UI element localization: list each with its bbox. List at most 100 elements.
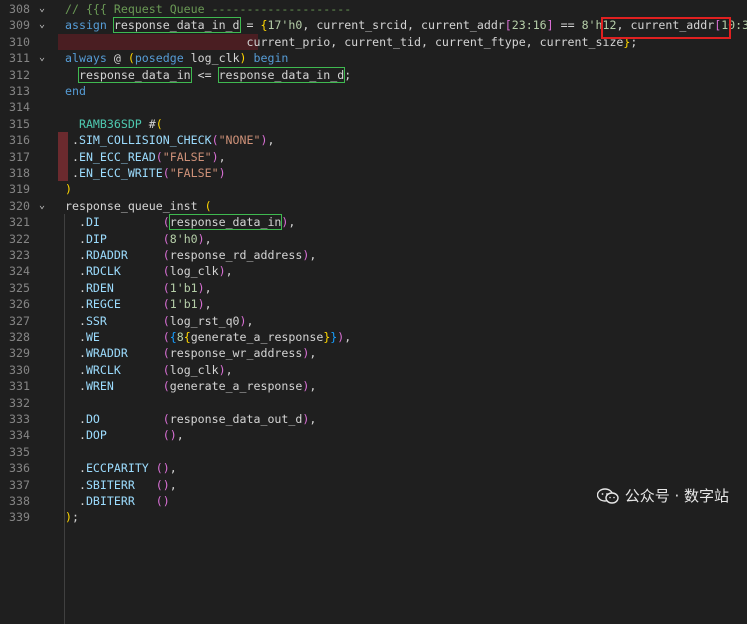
- line-number: 327: [9, 313, 30, 328]
- code-line[interactable]: 334 .DOP (),: [0, 427, 747, 443]
- code-token: ): [218, 362, 226, 377]
- code-token: ,: [344, 330, 352, 344]
- code-line[interactable]: 327 .SSR (log_rst_q0),: [0, 313, 747, 329]
- code-line[interactable]: 333 .DO (response_data_out_d),: [0, 411, 747, 427]
- code-token: end: [65, 84, 86, 98]
- line-number: 312: [9, 67, 30, 82]
- line-number: 311: [9, 51, 30, 66]
- code-token: "FALSE": [169, 166, 219, 180]
- code-line[interactable]: 326 .REGCE (1'b1),: [0, 296, 747, 312]
- code-line[interactable]: 314: [0, 99, 747, 115]
- code-line[interactable]: 311 ⌄ always @ (posedge log_clk) begin: [0, 50, 747, 66]
- code-line[interactable]: 318 .EN_ECC_WRITE("FALSE"): [0, 165, 747, 181]
- code-token: ,: [309, 346, 317, 361]
- code-line[interactable]: 316 .SIM_COLLISION_CHECK("NONE"),: [0, 132, 747, 148]
- code-token: .: [65, 149, 79, 164]
- code-token: (: [162, 166, 170, 180]
- code-token: begin: [246, 51, 289, 66]
- line-number: 315: [9, 116, 30, 131]
- code-line[interactable]: 330 .WRCLK (log_clk),: [0, 362, 747, 378]
- code-text: .DIP (8'h0),: [65, 231, 212, 247]
- highlighted-token: response_data_in: [77, 66, 192, 83]
- code-text: .DOP (),: [65, 427, 184, 443]
- code-token: ,: [309, 248, 317, 262]
- code-line[interactable]: 328 .WE ({8{generate_a_response}}),: [0, 329, 747, 345]
- line-number: 313: [9, 84, 30, 98]
- code-token: ): [218, 264, 226, 279]
- code-token: (: [162, 264, 170, 279]
- code-line[interactable]: 335: [0, 444, 747, 460]
- code-token: (: [155, 149, 163, 164]
- code-line[interactable]: 323 .RDADDR (response_rd_address),: [0, 247, 747, 263]
- code-token: [: [504, 18, 512, 33]
- line-number: 314: [9, 100, 30, 115]
- code-token: (: [162, 412, 170, 426]
- code-line[interactable]: 336 .ECCPARITY (),: [0, 460, 747, 476]
- code-line[interactable]: 332: [0, 395, 747, 411]
- code-line[interactable]: 313 end: [0, 83, 747, 99]
- code-token: response_queue_inst: [65, 198, 205, 213]
- code-token: =: [239, 18, 261, 33]
- code-text: .WREN (generate_a_response),: [65, 378, 316, 394]
- code-line[interactable]: 329 .WRADDR (response_wr_address),: [0, 345, 747, 361]
- code-token: RDCLK: [85, 264, 121, 279]
- fold-chevron-down-icon[interactable]: ⌄: [36, 198, 48, 214]
- line-number: 329: [9, 346, 30, 361]
- code-token: .: [65, 215, 86, 230]
- code-token: ): [197, 231, 205, 246]
- code-token: (: [162, 297, 170, 312]
- code-line[interactable]: 320 ⌄ response_queue_inst (: [0, 198, 747, 214]
- fold-chevron-down-icon[interactable]: ⌄: [36, 1, 48, 17]
- code-token: DO: [85, 412, 100, 426]
- code-token: .: [65, 248, 86, 262]
- code-token: ,: [218, 149, 226, 164]
- code-text: // {{{ Request Queue -------------------…: [65, 1, 351, 17]
- line-number: 336: [9, 461, 30, 476]
- code-line[interactable]: 308 ⌄ // {{{ Request Queue ---------------…: [0, 1, 747, 17]
- fold-chevron-down-icon[interactable]: ⌄: [36, 50, 48, 66]
- code-text: .WE ({8{generate_a_response}}),: [65, 329, 351, 345]
- code-text: );: [65, 509, 79, 525]
- fold-chevron-down-icon[interactable]: ⌄: [36, 17, 48, 33]
- code-token: ECCPARITY: [85, 461, 149, 476]
- highlighted-token: response_data_in_d: [112, 17, 241, 34]
- code-text: response_queue_inst (: [65, 198, 212, 214]
- watermark: 公众号 · 数字站: [596, 485, 729, 506]
- code-token: .: [65, 379, 86, 394]
- code-line[interactable]: 322 .DIP (8'h0),: [0, 231, 747, 247]
- code-token: 8'h0: [169, 231, 198, 246]
- line-number: 332: [9, 395, 30, 410]
- code-token: {: [169, 330, 177, 344]
- code-token: ,: [288, 215, 296, 230]
- code-token: .: [65, 280, 86, 295]
- code-text: .WRCLK (log_clk),: [65, 362, 233, 378]
- code-token: 23:16: [511, 18, 547, 33]
- code-editor[interactable]: 308 ⌄ // {{{ Request Queue ---------------…: [0, 0, 747, 624]
- code-line[interactable]: 321 .DI (response_data_in),: [0, 214, 747, 231]
- code-token: ): [169, 428, 177, 443]
- code-token: (: [162, 280, 170, 295]
- code-line[interactable]: 317 .EN_ECC_READ("FALSE"),: [0, 149, 747, 165]
- code-token: WREN: [85, 379, 114, 394]
- code-token: (: [155, 494, 163, 508]
- code-token: ): [65, 510, 72, 525]
- code-token: (: [155, 461, 163, 476]
- code-line[interactable]: 315 RAMB36SDP #(: [0, 116, 747, 132]
- code-line[interactable]: 319): [0, 181, 747, 197]
- line-number: 310: [9, 34, 30, 49]
- code-line[interactable]: 325 .RDEN (1'b1),: [0, 280, 747, 296]
- code-token: (: [162, 231, 170, 246]
- code-line[interactable]: 324 .RDCLK (log_clk),: [0, 263, 747, 279]
- code-text: .SIM_COLLISION_CHECK("NONE"),: [65, 132, 274, 148]
- code-line[interactable]: 312 response_data_in <= response_data_in…: [0, 66, 747, 83]
- code-line[interactable]: 339);: [0, 509, 747, 525]
- code-token: (: [127, 51, 135, 66]
- code-token: ,: [246, 313, 254, 328]
- code-token: current_prio, current_tid, current_ftype…: [65, 34, 624, 49]
- code-line[interactable]: 331 .WREN (generate_a_response),: [0, 378, 747, 394]
- code-token: .: [65, 330, 86, 344]
